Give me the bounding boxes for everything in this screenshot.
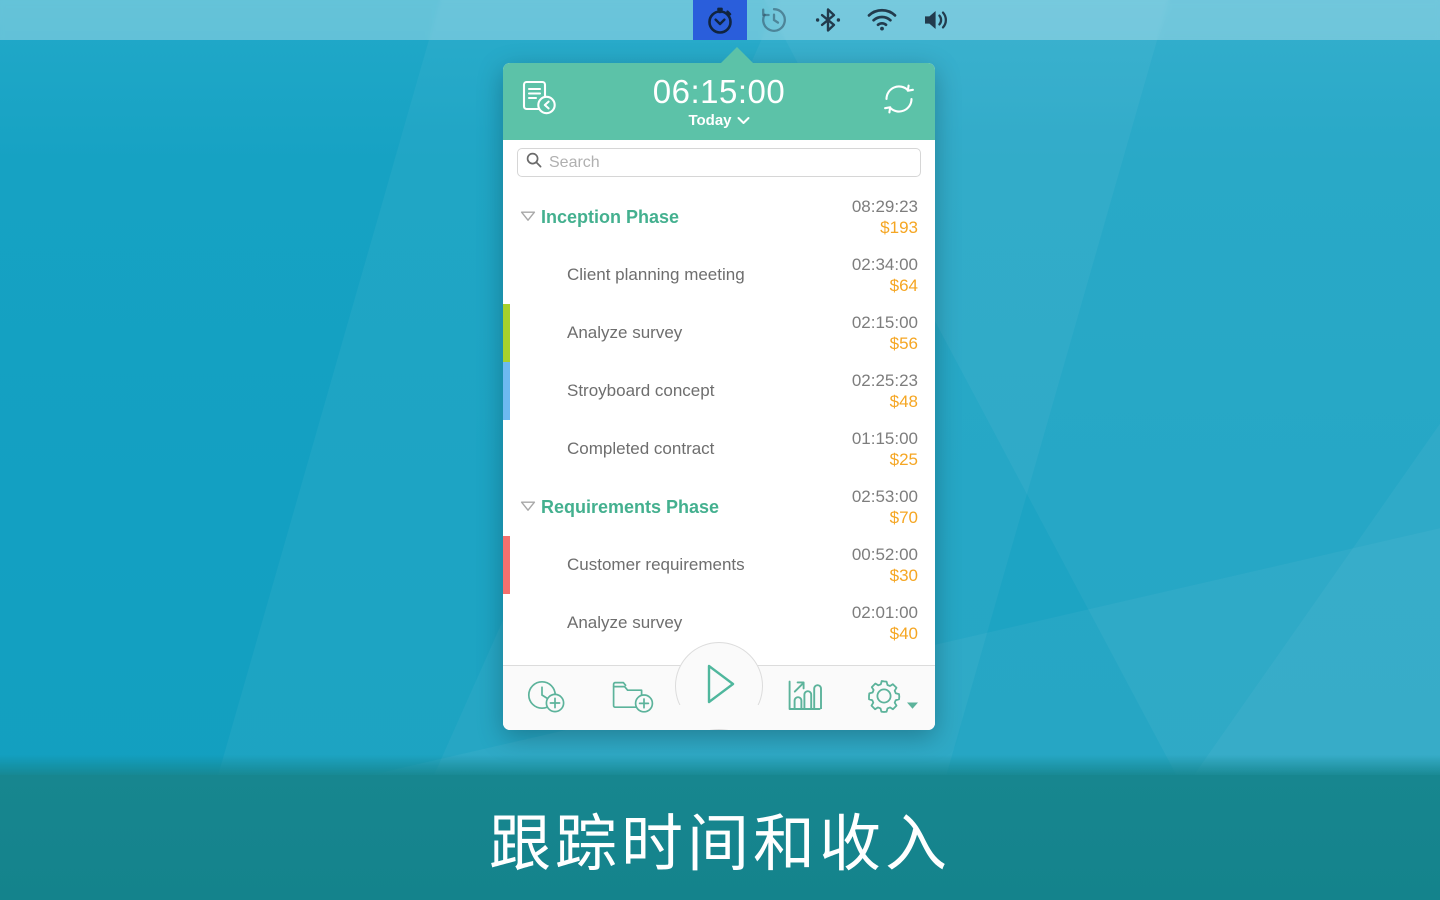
row-values: 02:15:00 $56 [852,312,918,354]
bluetooth-icon [815,6,841,34]
caption-band: 跟踪时间和收入 [0,775,1440,900]
bar-chart-icon [785,677,825,720]
refresh-button[interactable] [863,79,935,124]
row-duration: 00:52:00 [851,545,918,564]
row-duration: 02:01:00 [851,603,918,622]
start-timer-slot [675,642,764,730]
row-duration: 02:53:00 [851,487,918,506]
time-machine-icon [760,6,788,34]
period-selector[interactable]: Today [688,111,750,130]
volume-icon [922,7,950,33]
task-label: Customer requirements [567,555,745,574]
menubar-item-bluetooth[interactable] [801,0,855,40]
task-label: Analyze survey [567,613,683,632]
document-back-icon [520,79,558,124]
menubar-item-timing[interactable] [693,0,747,40]
task-row[interactable]: Stroyboard concept 02:25:23 $48 [503,362,935,420]
phase-label: Inception Phase [541,206,680,227]
menubar-item-time-machine[interactable] [747,0,801,40]
row-accent-bar [503,536,510,594]
task-row[interactable]: Client planning meeting 02:34:00 $64 [503,246,935,304]
total-time-display: 06:15:00 [652,72,786,110]
task-row[interactable]: Completed contract 01:15:00 $25 [503,420,935,478]
search-input[interactable] [549,153,912,172]
menubar-item-wifi[interactable] [855,0,909,40]
report-button[interactable] [503,79,575,124]
row-values: 02:34:00 $64 [852,254,918,296]
row-values: 02:01:00 $40 [852,602,918,644]
task-list[interactable]: Inception Phase 08:29:23 $193 Client planni… [503,188,935,665]
add-time-entry-button[interactable] [503,666,589,730]
row-values: 08:29:23 $193 [852,196,918,238]
row-duration: 02:34:00 [851,255,918,274]
bottom-toolbar [503,642,935,730]
phase-row[interactable]: Requirements Phase 02:53:00 $70 [503,478,935,536]
panel-header: 06:15:00 Today [503,63,935,140]
row-values: 02:53:00 $70 [852,486,918,528]
row-accent-bar [503,304,510,362]
menu-bar [0,0,1440,40]
row-values: 02:25:23 $48 [852,370,918,412]
search-box[interactable] [517,148,921,177]
row-accent-bar [503,362,510,420]
row-values: 00:52:00 $30 [852,544,918,586]
add-project-button[interactable] [589,666,675,730]
phase-row[interactable]: Inception Phase 08:29:23 $193 [503,188,935,246]
task-label: Analyze survey [567,323,683,342]
row-amount: $70 [889,508,918,527]
row-amount: $193 [880,218,918,237]
caption-text: 跟踪时间和收入 [488,806,951,880]
task-label: Completed contract [567,439,715,458]
settings-button[interactable] [849,666,935,730]
row-amount: $56 [889,334,918,353]
search-area [503,140,935,188]
row-amount: $64 [889,276,918,295]
row-amount: $25 [889,450,918,469]
gear-icon [864,676,904,721]
timing-popover-panel: 06:15:00 Today Search Inception Phase 08… [503,47,935,730]
wifi-icon [867,8,897,32]
timing-stopwatch-icon [705,5,735,35]
play-icon [694,657,744,716]
task-row[interactable]: Analyze survey 02:15:00 $56 [503,304,935,362]
refresh-icon [879,79,919,124]
menubar-item-volume[interactable] [909,0,963,40]
row-duration: 02:25:23 [851,371,918,390]
header-clock-area[interactable]: 06:15:00 Today [575,72,863,130]
task-label: Stroyboard concept [567,381,715,400]
chevron-down-icon [737,111,750,130]
row-duration: 01:15:00 [851,429,918,448]
row-amount: $40 [889,624,918,643]
caret-down-icon [906,697,919,715]
menubar-spacer-right [963,0,1440,40]
row-amount: $30 [889,566,918,585]
folder-plus-icon [610,677,656,720]
start-timer-button[interactable] [675,642,764,730]
row-duration: 08:29:23 [851,197,918,216]
task-label: Client planning meeting [567,265,745,284]
caption-fade [0,755,1440,777]
task-row[interactable]: Customer requirements 00:52:00 $30 [503,536,935,594]
period-label: Today [688,111,732,129]
row-values: 01:15:00 $25 [852,428,918,470]
search-icon [526,152,542,173]
row-amount: $48 [889,392,918,411]
disclosure-triangle-icon[interactable] [520,209,536,227]
phase-label: Requirements Phase [541,496,720,517]
disclosure-triangle-icon[interactable] [520,499,536,517]
menubar-spacer [0,0,693,40]
reports-button[interactable] [762,666,848,730]
row-duration: 02:15:00 [851,313,918,332]
popover-notch [720,47,754,64]
clock-plus-icon [525,677,567,720]
